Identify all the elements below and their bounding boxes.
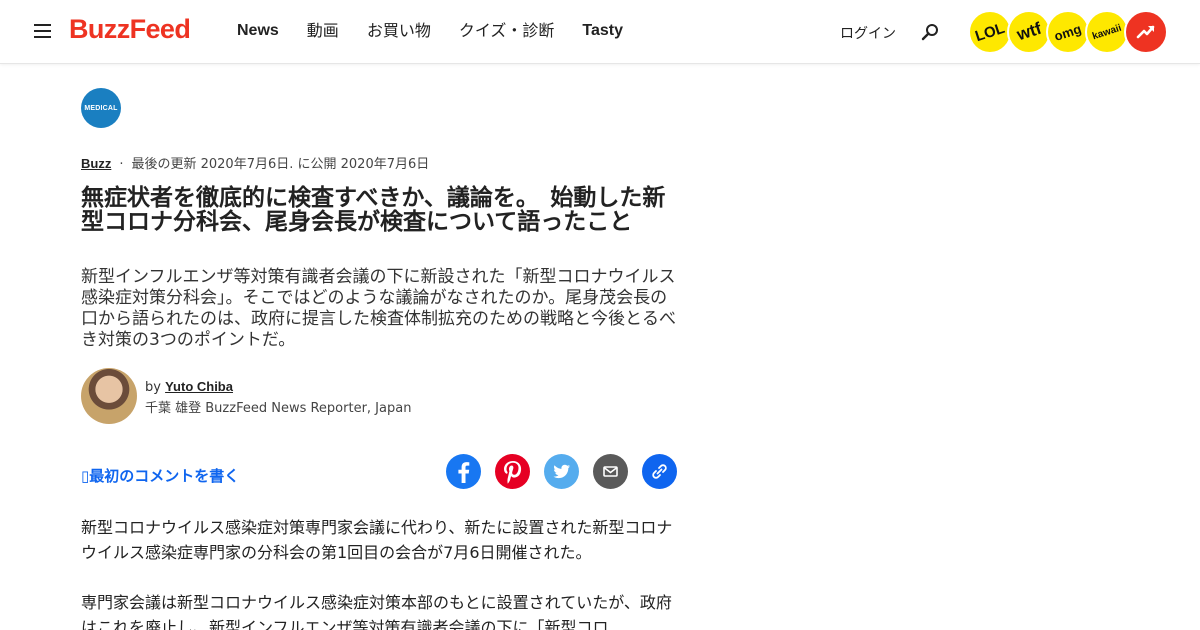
copy-link-button[interactable] [642,454,677,489]
omg-badge[interactable]: omg [1046,10,1090,54]
mail-icon [603,466,618,477]
meta-separator: · [119,157,124,172]
share-bar [446,454,677,489]
write-comment-link[interactable]: ▯最初のコメントを書く [81,465,239,486]
pinterest-icon [504,461,522,484]
twitter-icon [553,464,570,479]
trending-icon[interactable] [1124,10,1168,54]
nav-video[interactable]: 動画 [307,20,339,42]
author-byline: by Yuto Chiba [145,379,233,395]
buzzfeed-logo[interactable]: BuzzFeed [69,14,191,45]
nav-tasty[interactable]: Tasty [582,20,623,42]
nav-quiz[interactable]: クイズ・診断 [459,20,555,42]
author-name-link[interactable]: Yuto Chiba [165,379,233,394]
nav-shopping[interactable]: お買い物 [367,20,431,42]
twitter-share-button[interactable] [544,454,579,489]
section-link[interactable]: Buzz [81,156,111,171]
login-link[interactable]: ログイン [840,23,896,43]
site-header: BuzzFeed News 動画 お買い物 クイズ・診断 Tasty ログイン … [0,0,1200,64]
email-share-button[interactable] [593,454,628,489]
search-icon[interactable] [920,22,940,42]
main-nav: News 動画 お買い物 クイズ・診断 Tasty [237,20,651,42]
article-dates: 最後の更新 2020年7月6日. に公開 2020年7月6日 [131,157,430,172]
article-paragraph: 専門家会議は新型コロナウイルス感染症対策本部のもとに設置されていたが、政府はこれ… [81,593,672,630]
wtf-badge[interactable]: wtf [1007,10,1051,54]
article-subtitle: 新型インフルエンザ等対策有識者会議の下に新設された「新型コロナウイルス感染症対策… [81,267,676,350]
facebook-icon [458,462,470,483]
facebook-share-button[interactable] [446,454,481,489]
author-title: 千葉 雄登 BuzzFeed News Reporter, Japan [145,401,412,416]
pinterest-share-button[interactable] [495,454,530,489]
menu-icon[interactable] [34,24,52,40]
medical-category-badge[interactable]: MEDICAL [81,88,121,128]
article-title: 無症状者を徹底的に検査すべきか、議論を。 始動した新型コロナ分科会、尾身会長が検… [81,185,666,235]
nav-news[interactable]: News [237,20,279,42]
kawaii-badge[interactable]: kawaii [1085,10,1129,54]
article-meta: Buzz · 最後の更新 2020年7月6日. に公開 2020年7月6日 [81,153,429,172]
link-icon [652,464,667,479]
lol-badge[interactable]: LOL [968,10,1012,54]
author-avatar[interactable] [81,368,137,424]
reaction-badges: LOL wtf omg kawaii [968,10,1168,54]
article-paragraph: 新型コロナウイルス感染症対策専門家会議に代わり、新たに設置された新型コロナウイル… [81,518,673,562]
